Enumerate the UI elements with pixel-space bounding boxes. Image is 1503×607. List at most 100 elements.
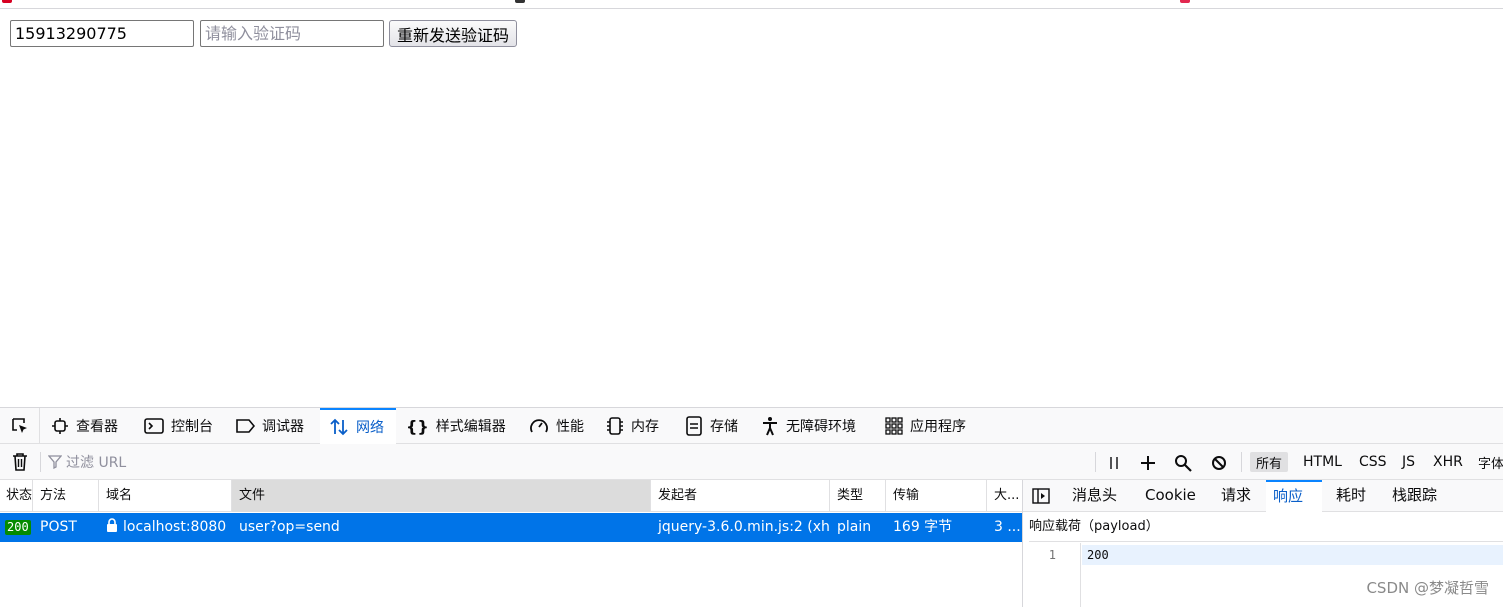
devtools-tabbar: 查看器 控制台 调试器 网络 {} 样式编辑器 性能 内存 存储 无障碍环境 应… [0,408,1503,444]
phone-input[interactable] [10,20,194,47]
pause-icon [1110,457,1118,469]
filter-html-button[interactable]: HTML [1297,452,1348,472]
trash-icon [13,453,27,471]
tab-inspector[interactable]: 查看器 [42,408,127,444]
status-badge: 200 [5,519,31,535]
tab-label: 网络 [356,420,384,436]
favicon-fragment [515,0,525,3]
toolbar-separator [40,452,41,472]
tab-accessibility[interactable]: 无障碍环境 [752,408,865,444]
browser-top-strip [0,0,1503,9]
accessibility-icon [763,417,777,436]
memory-chip-icon [607,417,623,435]
block-requests-button[interactable] [1209,453,1229,473]
lock-icon [107,518,117,532]
tab-debugger[interactable]: 调试器 [226,408,313,444]
tab-memory[interactable]: 内存 [597,408,668,444]
toolbar-separator [1241,452,1242,472]
sidebar-toggle-icon [1032,488,1050,504]
cell-type: plain [837,519,872,535]
filter-url-input[interactable]: 过滤 URL [48,444,1088,480]
column-initiator[interactable]: 发起者 [651,480,830,512]
table-row[interactable]: 200 POST localhost:8080 user?op=send jqu… [0,513,1022,542]
tab-storage[interactable]: 存储 [676,408,747,444]
tab-response[interactable]: 响应 [1266,480,1322,512]
tab-label: 性能 [556,419,584,435]
tab-stack-trace[interactable]: 栈跟踪 [1385,480,1444,512]
verification-code-input[interactable] [200,20,384,47]
plus-icon [1141,456,1155,470]
toggle-sidebar-button[interactable] [1031,487,1051,505]
tab-cookies[interactable]: Cookie [1138,480,1203,512]
gauge-icon [530,419,548,433]
tab-label: 调试器 [262,419,304,435]
tab-label: 查看器 [76,419,118,435]
tab-performance[interactable]: 性能 [520,408,593,444]
cell-initiator[interactable]: jquery-3.6.0.min.js:2 (xhr) [651,513,830,542]
request-table: 状态 方法 域名 文件 发起者 类型 传输 大... 200 POST loca… [0,480,1022,607]
pause-button[interactable] [1104,453,1124,473]
search-button[interactable] [1173,453,1193,473]
cell-method: POST [40,519,77,535]
watermark: CSDN @梦凝哲雪 [1366,579,1489,597]
tab-label: 内存 [631,419,659,435]
element-picker-icon [11,418,27,433]
tab-request[interactable]: 请求 [1214,480,1258,512]
line-number: 1 [1048,548,1056,562]
column-transferred[interactable]: 传输 [886,480,987,512]
clear-requests-button[interactable] [8,452,32,472]
debugger-icon [236,419,255,433]
column-domain[interactable]: 域名 [99,480,232,512]
favicon-fragment [1180,0,1190,3]
filter-fonts-button[interactable]: 字体 [1472,452,1503,472]
filter-js-button[interactable]: JS [1396,452,1421,472]
favicon-fragment [2,0,12,3]
braces-icon: {} [406,416,429,436]
tab-label: 控制台 [171,419,213,435]
cell-status: 200 [0,513,33,542]
tab-label: 无障碍环境 [786,419,856,435]
devtools-panel: 查看器 控制台 调试器 网络 {} 样式编辑器 性能 内存 存储 无障碍环境 应… [0,407,1503,607]
add-request-button[interactable] [1138,453,1158,473]
network-arrows-icon [330,418,348,436]
toolbar-separator [1095,452,1096,472]
console-icon [144,418,164,434]
response-body-line: 200 [1082,545,1503,565]
tab-headers[interactable]: 消息头 [1065,480,1124,512]
funnel-icon [48,455,62,469]
resend-code-button[interactable]: 重新发送验证码 [389,20,517,47]
tab-console[interactable]: 控制台 [135,408,222,444]
line-gutter: 1 [1023,543,1081,607]
cell-file: user?op=send [239,519,340,535]
tab-label: 应用程序 [910,419,966,435]
domain-text: localhost:8080 [123,519,227,535]
tab-label: 样式编辑器 [435,419,506,435]
column-method[interactable]: 方法 [33,480,99,512]
storage-icon [686,416,702,436]
filter-placeholder: 过滤 URL [66,455,127,471]
tab-application[interactable]: 应用程序 [876,408,975,444]
filter-css-button[interactable]: CSS [1353,452,1393,472]
element-picker-button[interactable] [0,408,40,444]
column-size[interactable]: 大... [987,480,1022,512]
tab-timings[interactable]: 耗时 [1329,480,1373,512]
filter-all-button[interactable]: 所有 [1250,452,1289,472]
network-toolbar: 过滤 URL 所有 HTML CSS JS XHR 字体 [0,444,1503,480]
tab-style-editor[interactable]: {} 样式编辑器 [397,408,515,444]
response-payload-title: 响应载荷（payload） [1029,512,1503,542]
tab-label: 存储 [710,419,738,435]
grid-icon [885,417,903,435]
tab-network[interactable]: 网络 [320,408,396,444]
details-tabbar: 消息头 Cookie 请求 响应 耗时 栈跟踪 [1023,480,1503,512]
filter-xhr-button[interactable]: XHR [1427,452,1469,472]
cell-transferred: 169 字节 [893,519,953,535]
inspector-icon [52,418,68,434]
column-type[interactable]: 类型 [830,480,886,512]
search-icon [1175,455,1192,472]
column-status[interactable]: 状态 [0,480,33,512]
column-file[interactable]: 文件 [232,480,651,512]
block-icon [1212,456,1226,470]
request-table-header: 状态 方法 域名 文件 发起者 类型 传输 大... [0,480,1022,512]
cell-size: 3 ... [994,519,1021,535]
cell-domain: localhost:8080 [99,513,232,542]
